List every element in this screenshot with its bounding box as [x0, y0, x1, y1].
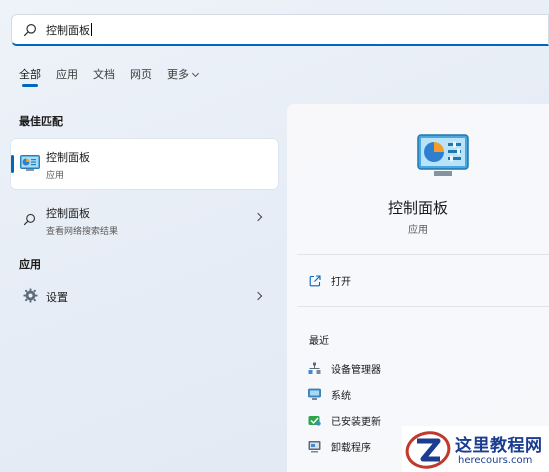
watermark-title: 这里教程网	[455, 436, 543, 456]
system-icon	[308, 388, 321, 400]
app-result-settings[interactable]: 设置	[11, 280, 278, 314]
web-result-subtitle: 查看网络搜索结果	[46, 227, 119, 237]
open-external-icon	[309, 274, 321, 286]
best-match-result[interactable]: 控制面板 应用	[11, 139, 278, 189]
tab-more[interactable]: 更多	[167, 67, 200, 87]
selection-indicator	[11, 155, 14, 173]
best-match-heading: 最佳匹配	[19, 115, 63, 128]
recent-heading: 最近	[309, 336, 329, 347]
settings-gear-icon	[23, 288, 38, 303]
tab-documents[interactable]: 文档	[93, 67, 115, 87]
web-result-title: 控制面板	[46, 207, 90, 220]
search-icon	[23, 23, 36, 36]
best-match-subtitle: 应用	[46, 171, 65, 181]
search-input[interactable]: 控制面板	[11, 14, 549, 46]
tab-all[interactable]: 全部	[19, 67, 41, 87]
open-label: 打开	[331, 277, 351, 288]
recent-item-label: 已安装更新	[331, 417, 381, 428]
tab-apps[interactable]: 应用	[56, 67, 78, 87]
recent-item-label: 系统	[331, 391, 351, 402]
watermark-url: herecours.com	[458, 455, 533, 466]
chevron-down-icon	[191, 69, 200, 78]
recent-item-label: 卸载程序	[331, 443, 371, 454]
control-panel-large-icon	[417, 134, 469, 176]
recent-item-label: 设备管理器	[331, 365, 381, 376]
tab-web[interactable]: 网页	[130, 67, 152, 87]
detail-pane: 控制面板 应用 打开 最近 设备管理器 系统 已安装更新 卸载程序	[287, 104, 549, 472]
herecours-logo-icon	[405, 431, 451, 469]
search-icon	[23, 213, 36, 226]
open-action[interactable]: 打开	[309, 273, 351, 288]
filter-tabs: 全部 应用 文档 网页 更多	[19, 67, 213, 87]
divider	[297, 254, 549, 255]
search-query: 控制面板	[46, 22, 92, 37]
uninstall-program-icon	[308, 441, 321, 453]
recent-item-installed-updates[interactable]: 已安装更新	[308, 413, 381, 428]
app-result-title: 设置	[46, 291, 68, 304]
web-search-result[interactable]: 控制面板 查看网络搜索结果	[11, 203, 278, 237]
detail-title: 控制面板	[387, 199, 448, 217]
divider	[297, 306, 549, 307]
apps-heading: 应用	[19, 258, 41, 271]
control-panel-icon	[20, 155, 40, 171]
device-manager-icon	[308, 362, 321, 374]
detail-subtitle: 应用	[408, 225, 428, 236]
recent-item-uninstall-program[interactable]: 卸载程序	[308, 439, 371, 454]
site-watermark: 这里教程网 herecours.com	[402, 426, 549, 472]
recent-item-device-manager[interactable]: 设备管理器	[308, 361, 381, 376]
chevron-right-icon[interactable]	[253, 291, 263, 301]
best-match-title: 控制面板	[46, 151, 90, 164]
recent-item-system[interactable]: 系统	[308, 387, 351, 402]
installed-updates-icon	[308, 416, 321, 426]
